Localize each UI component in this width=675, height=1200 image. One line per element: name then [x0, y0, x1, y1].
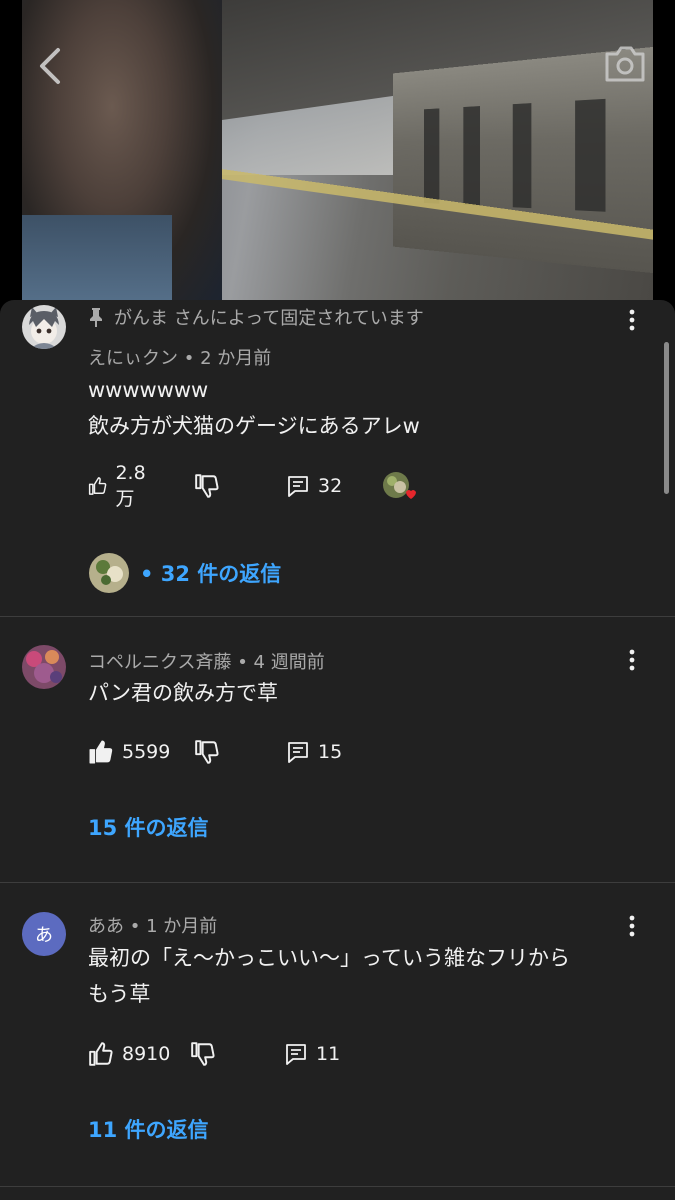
reply-count: 15: [318, 741, 343, 763]
comment-line: 飲み方が犬猫のゲージにあるアレw: [88, 414, 420, 438]
video-frame: [22, 0, 653, 305]
avatar[interactable]: あ: [22, 912, 66, 956]
comment-time: 1 か月前: [146, 916, 218, 937]
comment-meta: えにぃクン • 2 か月前: [88, 348, 272, 369]
comment-text: 最初の「え〜かっこいい〜」っていう雑なフリから もう草: [88, 940, 570, 1012]
like-button[interactable]: 8910: [88, 1039, 170, 1069]
creator-heart-badge: [382, 471, 416, 501]
comment-meta: コペルニクス斉藤 • 4 週間前: [88, 652, 325, 673]
comments-sheet: がんま さんによって固定されています えにぃクン • 2 か月前 wwwwwww…: [0, 300, 675, 1200]
thumb-up-icon: [88, 477, 107, 495]
comment-icon: [288, 476, 308, 497]
chevron-left-icon: [40, 48, 60, 84]
reply-author-avatar: [89, 553, 129, 593]
comment-line: もう草: [88, 982, 151, 1006]
comment-meta: ああ • 1 か月前: [88, 916, 218, 937]
more-options-button[interactable]: [620, 648, 644, 672]
comment-line: wwwwwww: [88, 378, 209, 402]
like-count: 8910: [122, 1043, 171, 1065]
comment-author[interactable]: ああ: [88, 916, 124, 937]
pinned-label: がんま さんによって固定されています: [88, 304, 424, 330]
reply-count: 32: [318, 475, 343, 497]
view-replies-label: • 32 件の返信: [140, 562, 282, 586]
reply-button[interactable]: 15: [286, 737, 342, 767]
avatar[interactable]: [22, 305, 66, 349]
more-vert-icon: [629, 309, 635, 331]
more-vert-icon: [629, 915, 635, 937]
comment-author[interactable]: えにぃクン: [88, 348, 178, 369]
thumb-down-icon: [195, 740, 219, 764]
camera-button[interactable]: [603, 44, 647, 84]
dislike-button[interactable]: [190, 1039, 216, 1069]
more-vert-icon: [629, 649, 635, 671]
view-replies-button[interactable]: • 32 件の返信: [88, 552, 281, 594]
like-count: 2.8万: [115, 461, 146, 510]
avatar-letter: あ: [35, 925, 53, 946]
like-button[interactable]: 5599: [88, 737, 170, 767]
like-count: 5599: [122, 741, 171, 763]
divider: [0, 1186, 675, 1187]
like-button[interactable]: 2.8万: [88, 462, 152, 510]
scrollbar[interactable]: [664, 342, 669, 494]
view-replies-button[interactable]: 15 件の返信: [88, 812, 209, 842]
more-options-button[interactable]: [620, 914, 644, 938]
thumb-up-icon: [89, 1042, 113, 1066]
divider: [0, 882, 675, 883]
dislike-button[interactable]: [194, 471, 220, 501]
comment-line: 最初の「え〜かっこいい〜」っていう雑なフリから: [88, 946, 570, 970]
thumb-up-filled-icon: [89, 740, 113, 764]
comment-text: パン君の飲み方で草: [88, 675, 278, 711]
comment-line: パン君の飲み方で草: [88, 681, 279, 705]
pinned-text: がんま さんによって固定されています: [114, 308, 424, 329]
more-options-button[interactable]: [620, 308, 644, 332]
comment-time: 2 か月前: [200, 348, 272, 369]
reply-count: 11: [316, 1043, 341, 1065]
reply-button[interactable]: 11: [284, 1039, 340, 1069]
dislike-button[interactable]: [194, 737, 220, 767]
pin-icon: [90, 308, 102, 327]
heart-icon: [406, 489, 416, 499]
comment-time: 4 週間前: [253, 652, 325, 673]
video-player[interactable]: [0, 0, 675, 305]
view-replies-label: 15 件の返信: [88, 816, 209, 840]
back-button[interactable]: [36, 46, 66, 86]
reply-button[interactable]: 32: [286, 471, 342, 501]
thumb-down-icon: [195, 474, 219, 498]
video-person-shirt: [22, 215, 172, 305]
camera-icon: [605, 46, 645, 82]
comment-icon: [286, 1044, 306, 1065]
comment-author[interactable]: コペルニクス斉藤: [88, 652, 231, 673]
view-replies-label: 11 件の返信: [88, 1118, 209, 1142]
avatar[interactable]: [22, 645, 66, 689]
divider: [0, 616, 675, 617]
thumb-down-icon: [191, 1042, 215, 1066]
view-replies-button[interactable]: 11 件の返信: [88, 1114, 209, 1144]
comment-text: wwwwwww 飲み方が犬猫のゲージにあるアレw: [88, 372, 420, 444]
comment-icon: [288, 742, 308, 763]
